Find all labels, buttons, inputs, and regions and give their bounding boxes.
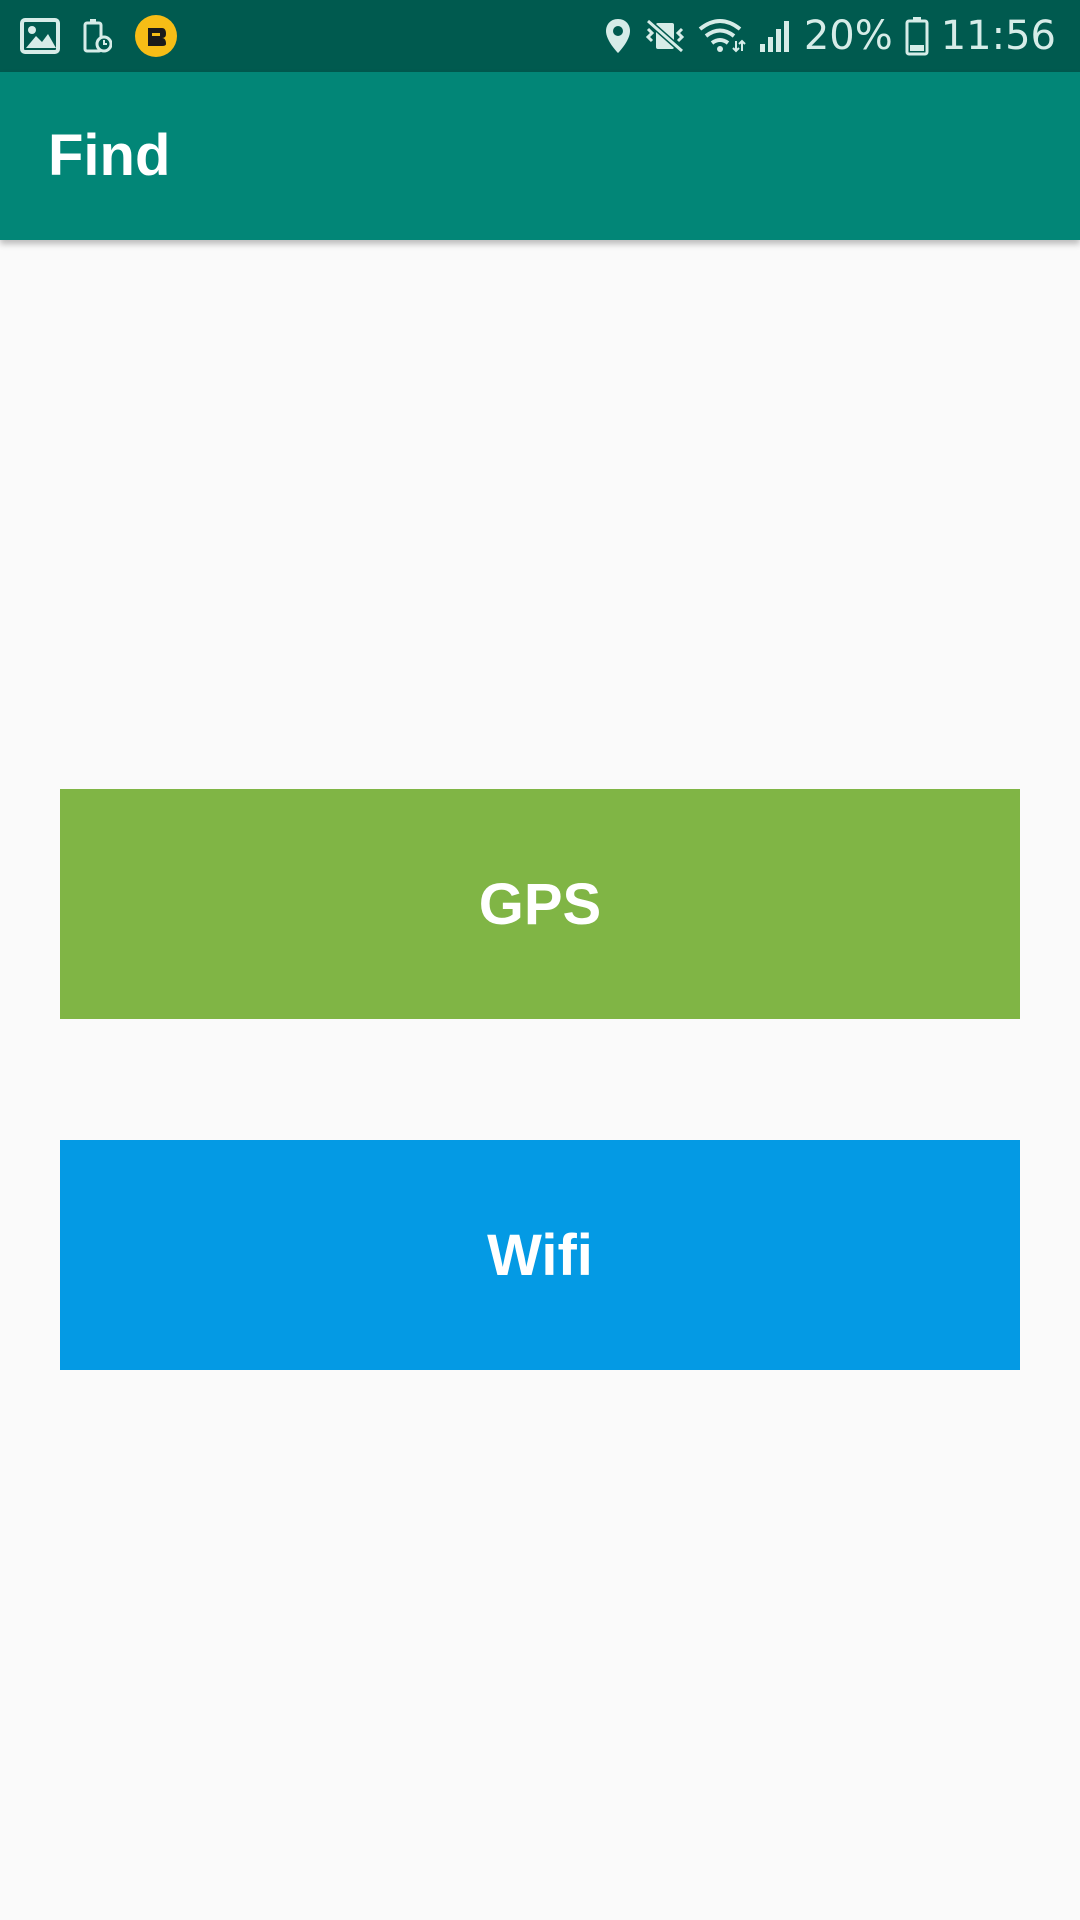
gps-button-label: GPS [478, 871, 602, 937]
app-bar: Find [0, 72, 1080, 240]
battery-percent: 20% [803, 13, 893, 59]
signal-icon [758, 18, 792, 54]
location-icon [604, 17, 632, 55]
status-bar-notifications [20, 0, 178, 72]
battery-saver-icon [82, 18, 112, 54]
wifi-button[interactable]: Wifi [60, 1140, 1020, 1370]
battery-icon [905, 16, 929, 56]
gps-button[interactable]: GPS [60, 789, 1020, 1019]
status-bar-system: 20% 11:56 [604, 0, 1056, 72]
status-bar: 20% 11:56 [0, 0, 1080, 72]
wifi-icon [698, 17, 746, 55]
gallery-icon [20, 18, 60, 54]
vibrate-mute-icon [644, 17, 686, 55]
clock: 11:56 [940, 13, 1056, 59]
app-badge-icon [134, 14, 178, 58]
wifi-button-label: Wifi [487, 1222, 593, 1288]
page-title: Find [48, 123, 171, 188]
